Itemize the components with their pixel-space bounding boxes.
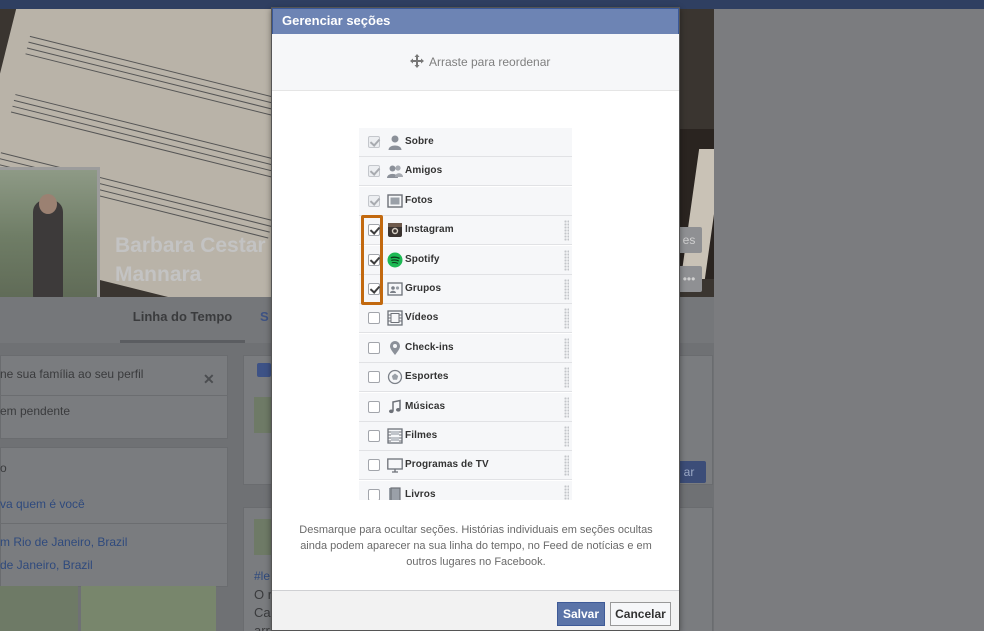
section-row[interactable]: Instagram xyxy=(359,216,572,246)
post-text-line: Ca xyxy=(254,605,271,620)
photo-thumbnail[interactable] xyxy=(81,586,216,631)
close-icon[interactable]: ✕ xyxy=(203,371,215,388)
section-checkbox xyxy=(368,136,380,148)
instagram-icon xyxy=(388,223,402,238)
video-icon xyxy=(387,310,403,327)
intro-title: o xyxy=(0,461,7,475)
move-arrows-icon xyxy=(410,54,424,68)
sports-icon xyxy=(387,370,403,385)
dialog-title: Gerenciar seções xyxy=(272,8,679,34)
lives-in-text[interactable]: m Rio de Janeiro, Brazil xyxy=(0,535,127,549)
tab-timeline[interactable]: Linha do Tempo xyxy=(120,297,245,343)
post-text-line: arr xyxy=(254,623,270,631)
drag-handle[interactable] xyxy=(564,455,569,477)
section-row[interactable]: Fotos xyxy=(359,186,572,216)
section-label: Grupos xyxy=(405,283,442,294)
section-label: Vídeos xyxy=(405,312,439,324)
highlight-box xyxy=(361,215,383,305)
book-icon xyxy=(389,487,401,500)
groups-icon xyxy=(387,282,403,296)
friends-icon xyxy=(387,165,403,179)
section-label: Programas de TV xyxy=(405,459,489,471)
section-row[interactable]: Spotify xyxy=(359,245,572,275)
who-are-you-link[interactable]: va quem é você xyxy=(0,497,85,511)
section-label: Esportes xyxy=(405,371,449,383)
section-label: Check-ins xyxy=(405,341,454,353)
drag-handle[interactable] xyxy=(564,249,569,271)
drag-handle[interactable] xyxy=(564,279,569,300)
post-text-line: O r xyxy=(254,587,273,602)
section-label: Spotify xyxy=(405,253,440,265)
photos-icon xyxy=(387,194,403,208)
user-thumbnail xyxy=(254,397,272,433)
person-icon xyxy=(388,135,402,150)
section-checkbox xyxy=(368,165,380,178)
section-label: Livros xyxy=(405,488,436,500)
drag-hint-text: Arraste para reordenar xyxy=(429,55,551,69)
family-prompt-text[interactable]: ne sua família ao seu perfil xyxy=(0,367,143,381)
section-label: Instagram xyxy=(405,224,454,236)
film-icon xyxy=(387,428,403,444)
drag-handle[interactable] xyxy=(564,484,569,500)
help-text: Desmarque para ocultar seções. Histórias… xyxy=(299,524,653,568)
section-checkbox[interactable] xyxy=(368,341,380,354)
section-row[interactable]: Livros xyxy=(359,480,572,500)
drag-handle[interactable] xyxy=(564,308,569,330)
section-row[interactable]: Grupos xyxy=(359,275,572,304)
section-label: Amigos xyxy=(405,165,443,177)
save-button[interactable]: Salvar xyxy=(557,602,605,626)
section-row[interactable]: Amigos xyxy=(359,157,572,187)
section-label: Filmes xyxy=(405,430,438,441)
spotify-icon xyxy=(387,252,403,268)
section-checkbox xyxy=(368,194,380,207)
manage-sections-dialog: Gerenciar seções Arraste para reordenar … xyxy=(271,7,680,631)
section-row[interactable]: Check-ins xyxy=(359,333,572,363)
drag-handle[interactable] xyxy=(564,337,569,359)
section-label: Fotos xyxy=(405,194,433,206)
tv-icon xyxy=(387,458,403,474)
section-checkbox[interactable] xyxy=(368,371,380,384)
dialog-footer: Salvar Cancelar xyxy=(272,590,679,630)
pencil-icon[interactable] xyxy=(257,363,271,377)
section-label: Músicas xyxy=(405,400,446,412)
section-row[interactable]: Esportes xyxy=(359,363,572,393)
right-column-background xyxy=(714,9,984,631)
section-checkbox[interactable] xyxy=(368,400,380,413)
section-checkbox[interactable] xyxy=(368,459,380,472)
section-row[interactable]: Vídeos xyxy=(359,304,572,334)
section-row[interactable]: Sobre xyxy=(359,128,572,157)
section-row[interactable]: Músicas xyxy=(359,392,572,422)
section-label: Sobre xyxy=(405,136,434,147)
section-checkbox[interactable] xyxy=(368,430,380,442)
photo-thumbnail[interactable] xyxy=(0,586,78,631)
music-note-icon xyxy=(389,399,401,413)
sections-list[interactable]: Sobre Amigos Fotos Instagram Spotify Grupos Ví… xyxy=(359,128,572,500)
pending-text[interactable]: em pendente xyxy=(0,404,70,418)
section-checkbox[interactable] xyxy=(368,488,380,500)
hashtag-text[interactable]: #le xyxy=(254,569,270,583)
drag-hint-area: Arraste para reordenar xyxy=(272,34,679,91)
section-row[interactable]: Filmes xyxy=(359,422,572,451)
drag-handle[interactable] xyxy=(564,367,569,389)
section-row[interactable]: Programas de TV xyxy=(359,451,572,481)
avatar xyxy=(0,170,97,318)
location-pin-icon xyxy=(390,340,400,355)
from-text[interactable]: de Janeiro, Brazil xyxy=(0,558,93,572)
profile-name[interactable]: Barbara Cestar Mannara xyxy=(115,231,275,289)
user-thumbnail xyxy=(254,519,272,555)
section-checkbox[interactable] xyxy=(368,312,380,325)
drag-handle[interactable] xyxy=(564,426,569,447)
drag-handle[interactable] xyxy=(564,220,569,242)
drag-handle[interactable] xyxy=(564,396,569,418)
cancel-button[interactable]: Cancelar xyxy=(610,602,671,626)
